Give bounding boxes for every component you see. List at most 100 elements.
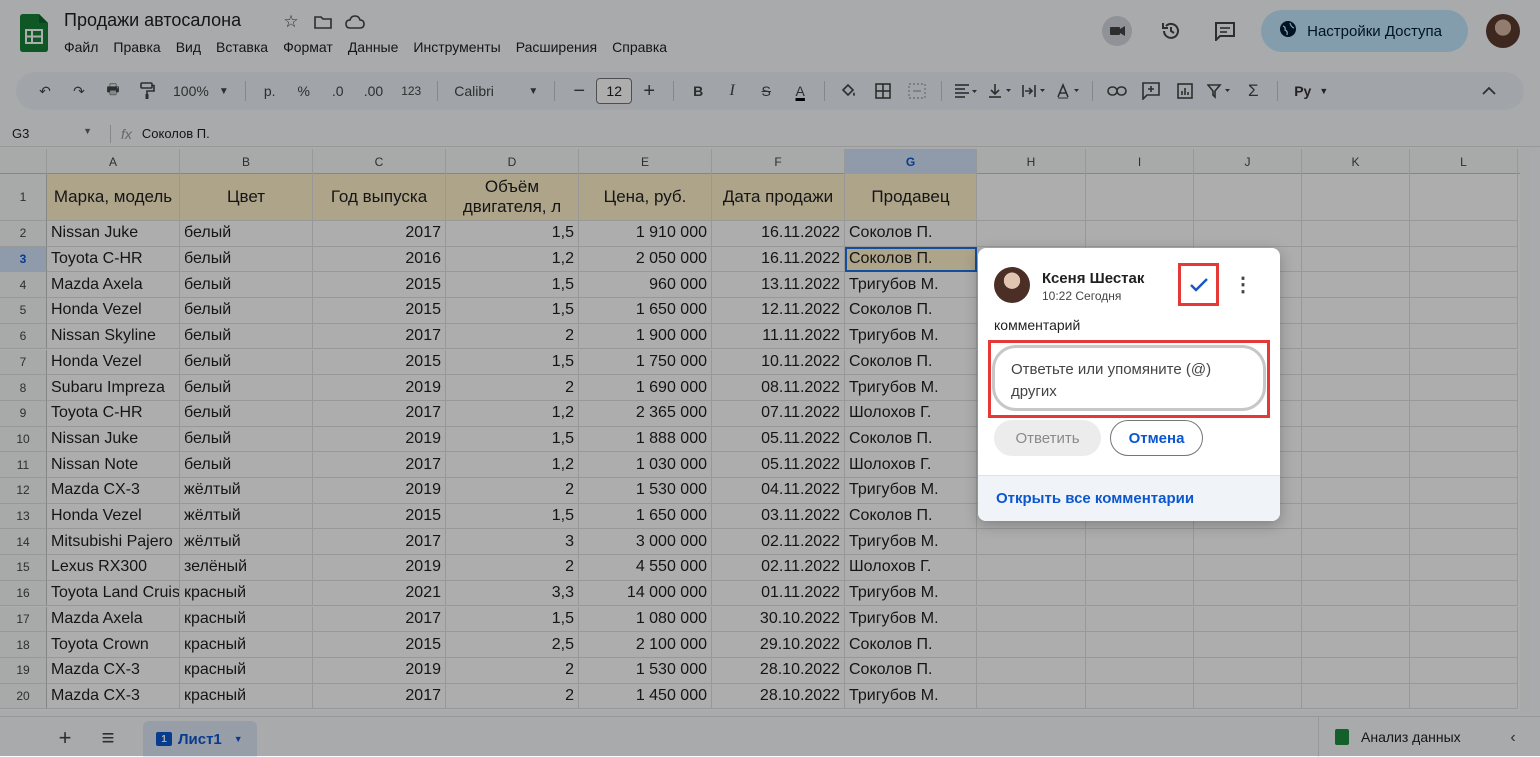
empty-cell[interactable] — [1410, 323, 1518, 350]
row-header[interactable]: 15 — [0, 555, 47, 581]
header-cell[interactable]: Дата продажи — [712, 174, 845, 221]
empty-cell[interactable] — [1086, 174, 1194, 221]
table-cell[interactable]: Соколов П. — [845, 503, 977, 530]
row-header[interactable]: 8 — [0, 375, 47, 401]
empty-cell[interactable] — [1086, 683, 1194, 710]
empty-cell[interactable] — [977, 657, 1086, 684]
decrease-decimal-button[interactable]: .0 — [324, 77, 352, 105]
account-avatar[interactable] — [1486, 14, 1520, 48]
table-cell[interactable]: 2015 — [313, 272, 446, 299]
empty-cell[interactable] — [977, 555, 1086, 581]
empty-cell[interactable] — [1302, 529, 1410, 556]
table-cell[interactable]: красный — [180, 580, 313, 607]
bold-icon[interactable]: B — [684, 77, 712, 105]
table-cell[interactable]: 1 030 000 — [579, 452, 712, 478]
table-cell[interactable]: 2 — [446, 683, 579, 710]
spreadsheet-grid[interactable]: ABCDEFGHIJKL 1 2 3 4 5 6 7 8 9 10 11 12 13 14 15 16 17 18… — [0, 149, 1530, 711]
horizontal-align-icon[interactable] — [952, 77, 980, 105]
table-cell[interactable]: 2017 — [313, 323, 446, 350]
more-formats-button[interactable]: 123 — [395, 77, 427, 105]
empty-cell[interactable] — [1086, 657, 1194, 684]
table-cell[interactable]: Шолохов Г. — [845, 400, 977, 427]
empty-cell[interactable] — [1086, 580, 1194, 607]
table-cell[interactable]: Mazda Axela — [47, 606, 180, 633]
side-panel-toggle-icon[interactable]: ‹ — [1500, 725, 1526, 751]
header-cell[interactable]: Цвет — [180, 174, 313, 221]
vertical-scrollbar[interactable] — [1520, 149, 1530, 711]
empty-cell[interactable] — [1302, 375, 1410, 401]
empty-cell[interactable] — [1194, 580, 1302, 607]
table-cell[interactable]: Honda Vezel — [47, 503, 180, 530]
empty-cell[interactable] — [1410, 349, 1518, 376]
table-cell[interactable]: Тригубов М. — [845, 272, 977, 299]
row-header[interactable]: 14 — [0, 529, 47, 556]
table-cell[interactable]: 3,3 — [446, 580, 579, 607]
empty-cell[interactable] — [1194, 632, 1302, 658]
table-cell[interactable]: белый — [180, 246, 313, 273]
empty-cell[interactable] — [1410, 555, 1518, 581]
paint-format-icon[interactable] — [133, 77, 161, 105]
row-header[interactable]: 13 — [0, 503, 47, 530]
empty-cell[interactable] — [1086, 555, 1194, 581]
table-cell[interactable]: Mazda CX-3 — [47, 478, 180, 504]
redo-icon[interactable]: ↷ — [65, 77, 93, 105]
table-cell[interactable]: 2 050 000 — [579, 246, 712, 273]
table-cell[interactable]: 3 000 000 — [579, 529, 712, 556]
undo-icon[interactable]: ↶ — [31, 77, 59, 105]
table-cell[interactable]: 03.11.2022 — [712, 503, 845, 530]
table-cell[interactable]: 2 — [446, 555, 579, 581]
table-cell[interactable]: 2019 — [313, 657, 446, 684]
table-cell[interactable]: белый — [180, 298, 313, 324]
table-cell[interactable]: 1 650 000 — [579, 298, 712, 324]
empty-cell[interactable] — [977, 174, 1086, 221]
table-cell[interactable]: 2019 — [313, 478, 446, 504]
table-cell[interactable]: 1,2 — [446, 246, 579, 273]
table-cell[interactable]: Соколов П. — [845, 298, 977, 324]
column-header-k[interactable]: K — [1302, 149, 1410, 174]
table-cell[interactable]: Mazda Axela — [47, 272, 180, 299]
empty-cell[interactable] — [1302, 426, 1410, 453]
empty-cell[interactable] — [1410, 246, 1518, 273]
column-header-b[interactable]: B — [180, 149, 313, 174]
row-header[interactable]: 12 — [0, 478, 47, 504]
empty-cell[interactable] — [1302, 400, 1410, 427]
insert-chart-icon[interactable] — [1171, 77, 1199, 105]
column-header-f[interactable]: F — [712, 149, 845, 174]
open-all-comments-link[interactable]: Открыть все комментарии — [978, 475, 1280, 521]
formula-input[interactable]: Соколов П. — [142, 126, 210, 141]
table-cell[interactable]: 16.11.2022 — [712, 221, 845, 247]
name-box[interactable]: G3 ▼ — [0, 126, 100, 141]
font-size-decrease-icon[interactable]: − — [565, 77, 593, 105]
table-cell[interactable]: белый — [180, 400, 313, 427]
table-cell[interactable]: белый — [180, 323, 313, 350]
empty-cell[interactable] — [1302, 298, 1410, 324]
table-cell[interactable]: Тригубов М. — [845, 683, 977, 710]
table-cell[interactable]: 2 365 000 — [579, 400, 712, 427]
table-cell[interactable]: 02.11.2022 — [712, 555, 845, 581]
empty-cell[interactable] — [1410, 174, 1518, 221]
empty-cell[interactable] — [1302, 478, 1410, 504]
insert-comment-icon[interactable] — [1137, 77, 1165, 105]
table-cell[interactable]: белый — [180, 452, 313, 478]
table-cell[interactable]: Соколов П. — [845, 349, 977, 376]
font-size-increase-icon[interactable]: + — [635, 77, 663, 105]
empty-cell[interactable] — [1410, 272, 1518, 299]
reply-button[interactable]: Ответить — [994, 420, 1101, 456]
table-cell[interactable]: 1,5 — [446, 606, 579, 633]
empty-cell[interactable] — [1302, 632, 1410, 658]
table-cell[interactable]: Nissan Juke — [47, 221, 180, 247]
collapse-menus-icon[interactable] — [1475, 77, 1503, 105]
table-cell[interactable]: 2 — [446, 323, 579, 350]
table-cell[interactable]: 2021 — [313, 580, 446, 607]
table-cell[interactable]: Toyota C-HR — [47, 400, 180, 427]
text-color-icon[interactable]: A — [786, 77, 814, 105]
empty-cell[interactable] — [977, 529, 1086, 556]
table-cell[interactable]: Шолохов Г. — [845, 555, 977, 581]
table-cell[interactable]: белый — [180, 375, 313, 401]
doc-title[interactable]: Продажи автосалона — [64, 10, 241, 31]
table-cell[interactable]: 1 690 000 — [579, 375, 712, 401]
empty-cell[interactable] — [1194, 555, 1302, 581]
reply-input[interactable]: Ответьте или упомяните (@) других — [992, 345, 1266, 411]
menu-tools[interactable]: Инструменты — [413, 39, 507, 55]
column-header-c[interactable]: C — [313, 149, 446, 174]
